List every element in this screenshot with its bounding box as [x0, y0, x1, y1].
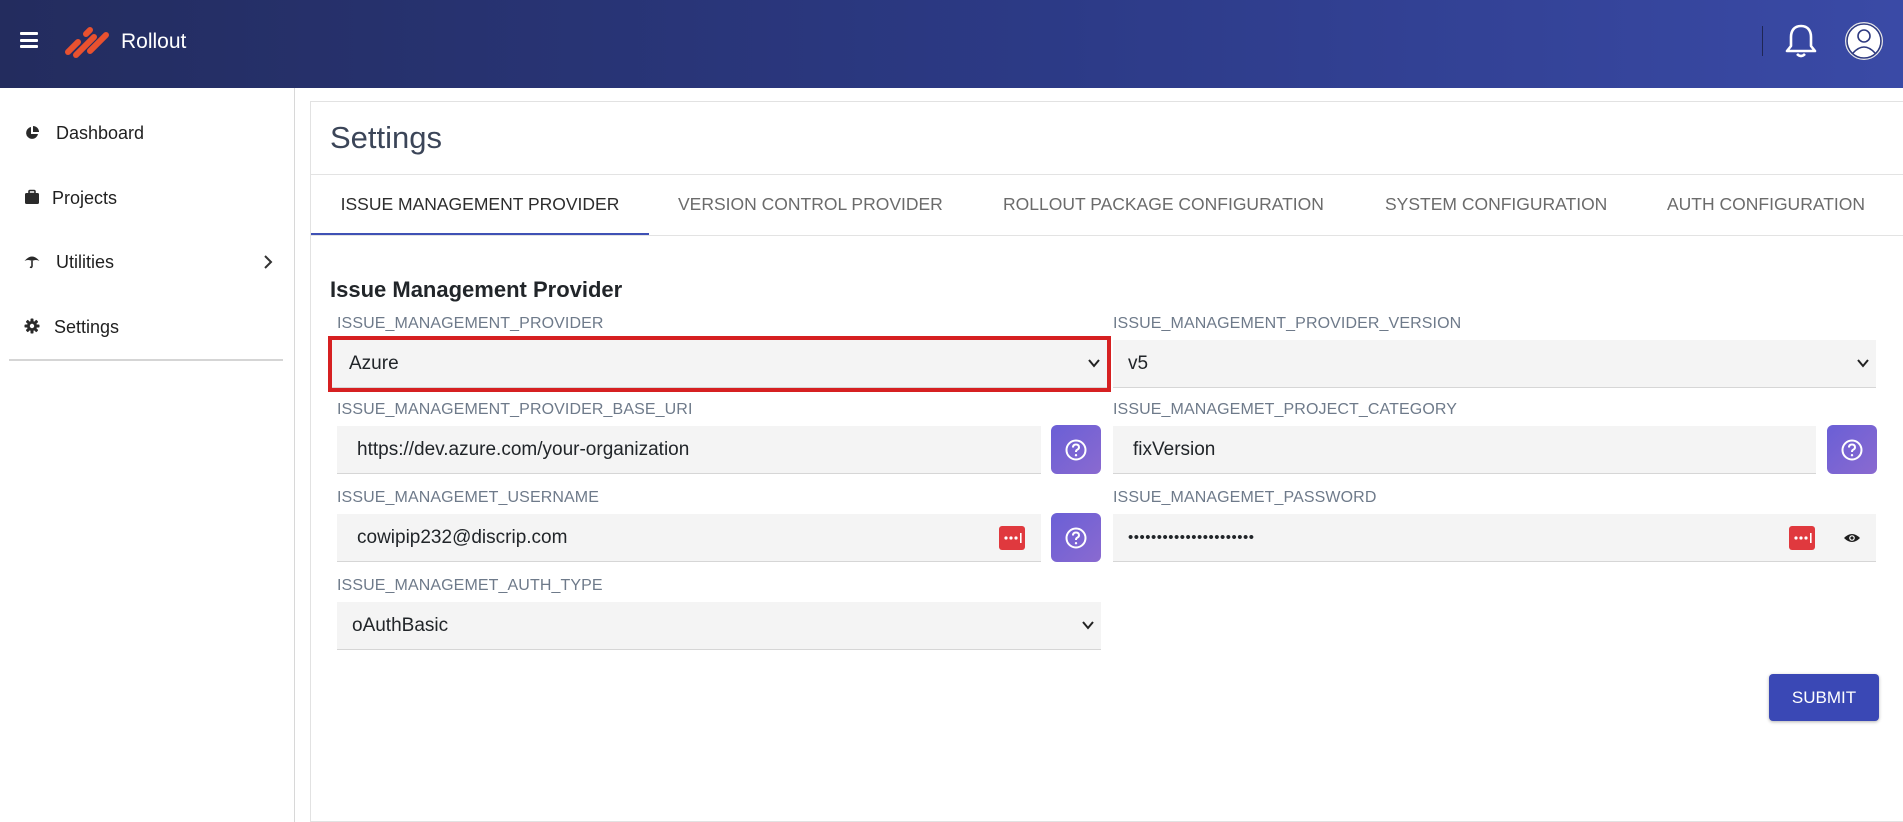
page-title: Settings	[330, 120, 443, 155]
username-help-button[interactable]	[1051, 513, 1101, 562]
username-label: ISSUE_MANAGEMET_USERNAME	[337, 489, 600, 506]
chevron-right-icon	[264, 255, 273, 269]
tab-version-control-provider[interactable]: VERSION CONTROL PROVIDER	[678, 175, 943, 235]
umbrella-icon	[24, 256, 40, 269]
provider-select[interactable]: Azure	[328, 336, 1111, 392]
chevron-down-icon	[1857, 359, 1869, 368]
sidebar-item-label: Settings	[54, 316, 120, 337]
chevron-down-icon	[1082, 621, 1094, 630]
brand-name: Rollout	[121, 30, 187, 53]
password-manager-icon[interactable]	[1789, 526, 1815, 550]
question-circle-icon	[1841, 439, 1863, 461]
question-circle-icon	[1065, 527, 1087, 549]
base-uri-value: https://dev.azure.com/your-organization	[357, 438, 690, 460]
menu-icon[interactable]	[20, 32, 40, 48]
password-value: ••••••••••••••••••••••	[1128, 529, 1255, 546]
auth-type-label: ISSUE_MANAGEMET_AUTH_TYPE	[337, 577, 603, 594]
sidebar-item-label: Utilities	[56, 251, 115, 272]
password-label: ISSUE_MANAGEMET_PASSWORD	[1113, 489, 1377, 506]
username-value: cowipip232@discrip.com	[357, 526, 568, 548]
user-avatar-icon[interactable]	[1844, 21, 1884, 61]
pie-chart-icon	[26, 126, 39, 139]
tab-rollout-package-configuration[interactable]: ROLLOUT PACKAGE CONFIGURATION	[1003, 175, 1324, 235]
project-category-value: fixVersion	[1133, 438, 1216, 460]
password-input[interactable]: ••••••••••••••••••••••	[1113, 514, 1876, 562]
tab-auth-configuration[interactable]: AUTH CONFIGURATION	[1667, 175, 1865, 235]
top-app-bar: Rollout	[0, 0, 1903, 88]
sidebar-item-projects[interactable]: Projects	[0, 178, 295, 218]
provider-select-value: Azure	[349, 352, 399, 374]
settings-tabs: ISSUE MANAGEMENT PROVIDER VERSION CONTRO…	[311, 175, 1903, 236]
project-category-help-button[interactable]	[1827, 425, 1877, 474]
rollout-logo	[65, 27, 109, 58]
bell-icon[interactable]	[1783, 22, 1819, 60]
project-category-label: ISSUE_MANAGEMET_PROJECT_CATEGORY	[1113, 401, 1458, 418]
header-divider	[1762, 26, 1763, 56]
gear-icon	[24, 318, 40, 334]
sidebar: Dashboard Projects Utilities Settings	[0, 88, 295, 822]
base-uri-input[interactable]: https://dev.azure.com/your-organization	[337, 426, 1041, 474]
sidebar-item-utilities[interactable]: Utilities	[0, 242, 295, 282]
sidebar-item-label: Projects	[52, 187, 118, 208]
sidebar-item-dashboard[interactable]: Dashboard	[0, 113, 295, 153]
username-input[interactable]: cowipip232@discrip.com	[337, 514, 1041, 562]
base-uri-label: ISSUE_MANAGEMENT_PROVIDER_BASE_URI	[337, 401, 693, 418]
question-circle-icon	[1065, 439, 1087, 461]
chevron-down-icon	[1088, 359, 1100, 368]
provider-version-label: ISSUE_MANAGEMENT_PROVIDER_VERSION	[1113, 315, 1462, 332]
auth-type-value: oAuthBasic	[352, 614, 449, 636]
sidebar-divider	[9, 359, 283, 361]
password-manager-icon[interactable]	[999, 526, 1025, 550]
provider-label: ISSUE_MANAGEMENT_PROVIDER	[337, 315, 604, 332]
briefcase-icon	[25, 189, 39, 204]
sidebar-item-label: Dashboard	[56, 122, 145, 143]
tab-system-configuration[interactable]: SYSTEM CONFIGURATION	[1385, 175, 1607, 235]
tab-issue-management-provider[interactable]: ISSUE MANAGEMENT PROVIDER	[311, 175, 649, 235]
eye-icon[interactable]	[1843, 532, 1861, 544]
sidebar-item-settings[interactable]: Settings	[0, 307, 295, 347]
project-category-input[interactable]: fixVersion	[1113, 426, 1816, 474]
base-uri-help-button[interactable]	[1051, 425, 1101, 474]
section-title: Issue Management Provider	[330, 277, 623, 302]
submit-button[interactable]: SUBMIT	[1769, 674, 1879, 721]
settings-card: Settings ISSUE MANAGEMENT PROVIDER VERSI…	[310, 101, 1903, 822]
provider-version-value: v5	[1128, 352, 1149, 374]
auth-type-select[interactable]: oAuthBasic	[337, 602, 1101, 650]
provider-version-select[interactable]: v5	[1113, 340, 1876, 388]
